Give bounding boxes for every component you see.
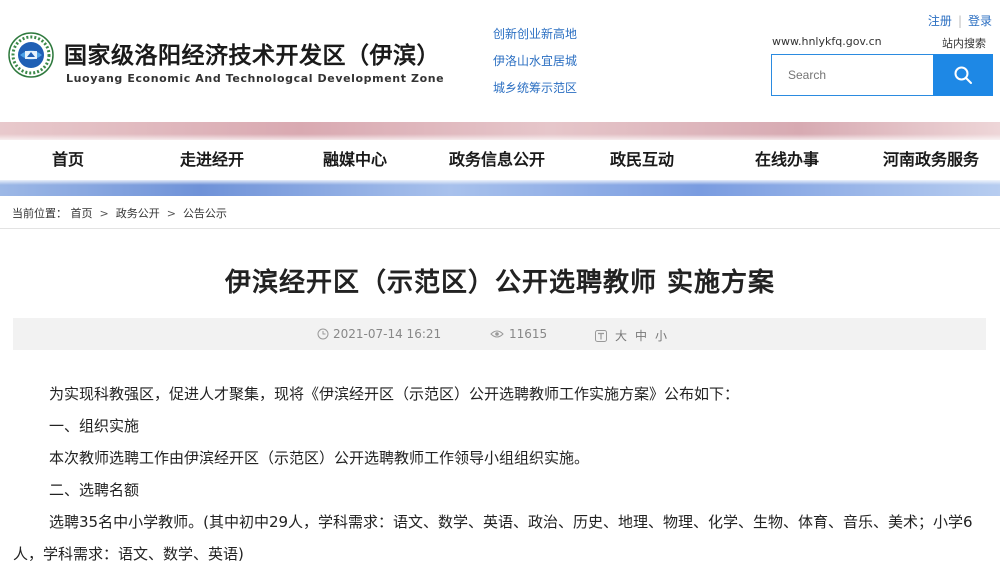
article-paragraph: 为实现科教强区，促进人才聚集，现将《伊滨经开区（示范区）公开选聘教师工作实施方案… <box>49 385 740 403</box>
banner-decoration-bottom <box>0 180 1000 196</box>
banner-decoration-top <box>0 122 1000 140</box>
article-title: 伊滨经开区（示范区）公开选聘教师 实施方案 <box>224 268 776 298</box>
login-link[interactable]: 登录 <box>968 14 992 28</box>
view-count-text: 11615 <box>509 327 548 341</box>
slogan-item: 城乡统筹示范区 <box>493 81 578 95</box>
article-body: 为实现科教强区，促进人才聚集，现将《伊滨经开区（示范区）公开选聘教师工作实施方案… <box>13 378 987 570</box>
site-search-label: 站内搜索 <box>942 37 986 50</box>
article-meta-bar: 2021-07-14 16:21 11615 大 中 小 <box>13 318 986 350</box>
publish-date: 2021-07-14 16:21 <box>317 327 441 341</box>
article-heading: 二、选聘名额 <box>49 481 140 499</box>
slogan-list: 创新创业新高地 伊洛山水宜居城 城乡统筹示范区 <box>493 26 577 107</box>
site-url: www.hnlykfq.gov.cn <box>772 35 882 48</box>
search-button[interactable] <box>933 54 993 96</box>
register-link[interactable]: 注册 <box>928 14 952 28</box>
breadcrumb: 当前位置： 首页 > 政务公开 > 公告公示 <box>12 205 227 221</box>
emblem-logo-icon[interactable] <box>8 32 54 78</box>
slogan-item: 伊洛山水宜居城 <box>493 54 578 68</box>
article-paragraph: 选聘35名中小学教师。(其中初中29人，学科需求：语文、数学、英语、政治、历史、… <box>13 513 973 563</box>
breadcrumb-home[interactable]: 首页 <box>71 207 93 220</box>
view-count: 11615 <box>490 327 547 341</box>
site-subtitle: Luoyang Economic And Technologcal Develo… <box>66 72 445 85</box>
breadcrumb-separator: > <box>99 207 109 220</box>
main-nav: 首页 走进经开 融媒中心 政务信息公开 政民互动 在线办事 河南政务服务 <box>0 140 1000 180</box>
font-size-large[interactable]: 大 <box>615 327 627 344</box>
divider <box>0 228 1000 229</box>
publish-date-text: 2021-07-14 16:21 <box>333 327 442 341</box>
slogan-item: 创新创业新高地 <box>493 27 578 41</box>
font-size-medium[interactable]: 中 <box>635 327 647 344</box>
font-size-switcher: 大 中 小 <box>595 327 667 344</box>
breadcrumb-gov-open[interactable]: 政务公开 <box>116 207 160 220</box>
breadcrumb-prefix: 当前位置： <box>12 207 67 220</box>
breadcrumb-notices[interactable]: 公告公示 <box>183 207 227 220</box>
nav-item-henan-services[interactable]: 河南政务服务 <box>862 140 1000 180</box>
nav-item-online-services[interactable]: 在线办事 <box>712 140 862 180</box>
nav-item-interaction[interactable]: 政民互动 <box>572 140 712 180</box>
nav-item-about[interactable]: 走进经开 <box>136 140 288 180</box>
link-separator: | <box>957 14 962 28</box>
account-links: 注册 | 登录 <box>928 12 992 29</box>
article-paragraph: 本次教师选聘工作由伊滨经开区（示范区）公开选聘教师工作领导小组组织实施。 <box>49 449 590 467</box>
nav-item-gov-info[interactable]: 政务信息公开 <box>422 140 572 180</box>
site-header: 国家级洛阳经济技术开发区（伊滨） Luoyang Economic And Te… <box>0 0 1000 120</box>
eye-icon <box>490 330 504 338</box>
search-icon <box>954 66 972 84</box>
font-size-icon <box>595 329 607 342</box>
article-heading: 一、组织实施 <box>49 417 140 435</box>
clock-icon <box>317 328 329 340</box>
font-size-small[interactable]: 小 <box>655 327 667 344</box>
nav-item-home[interactable]: 首页 <box>0 140 136 180</box>
search-input[interactable] <box>771 54 934 96</box>
site-title[interactable]: 国家级洛阳经济技术开发区（伊滨） <box>64 36 440 70</box>
nav-item-media[interactable]: 融媒中心 <box>288 140 422 180</box>
breadcrumb-separator: > <box>166 207 176 220</box>
